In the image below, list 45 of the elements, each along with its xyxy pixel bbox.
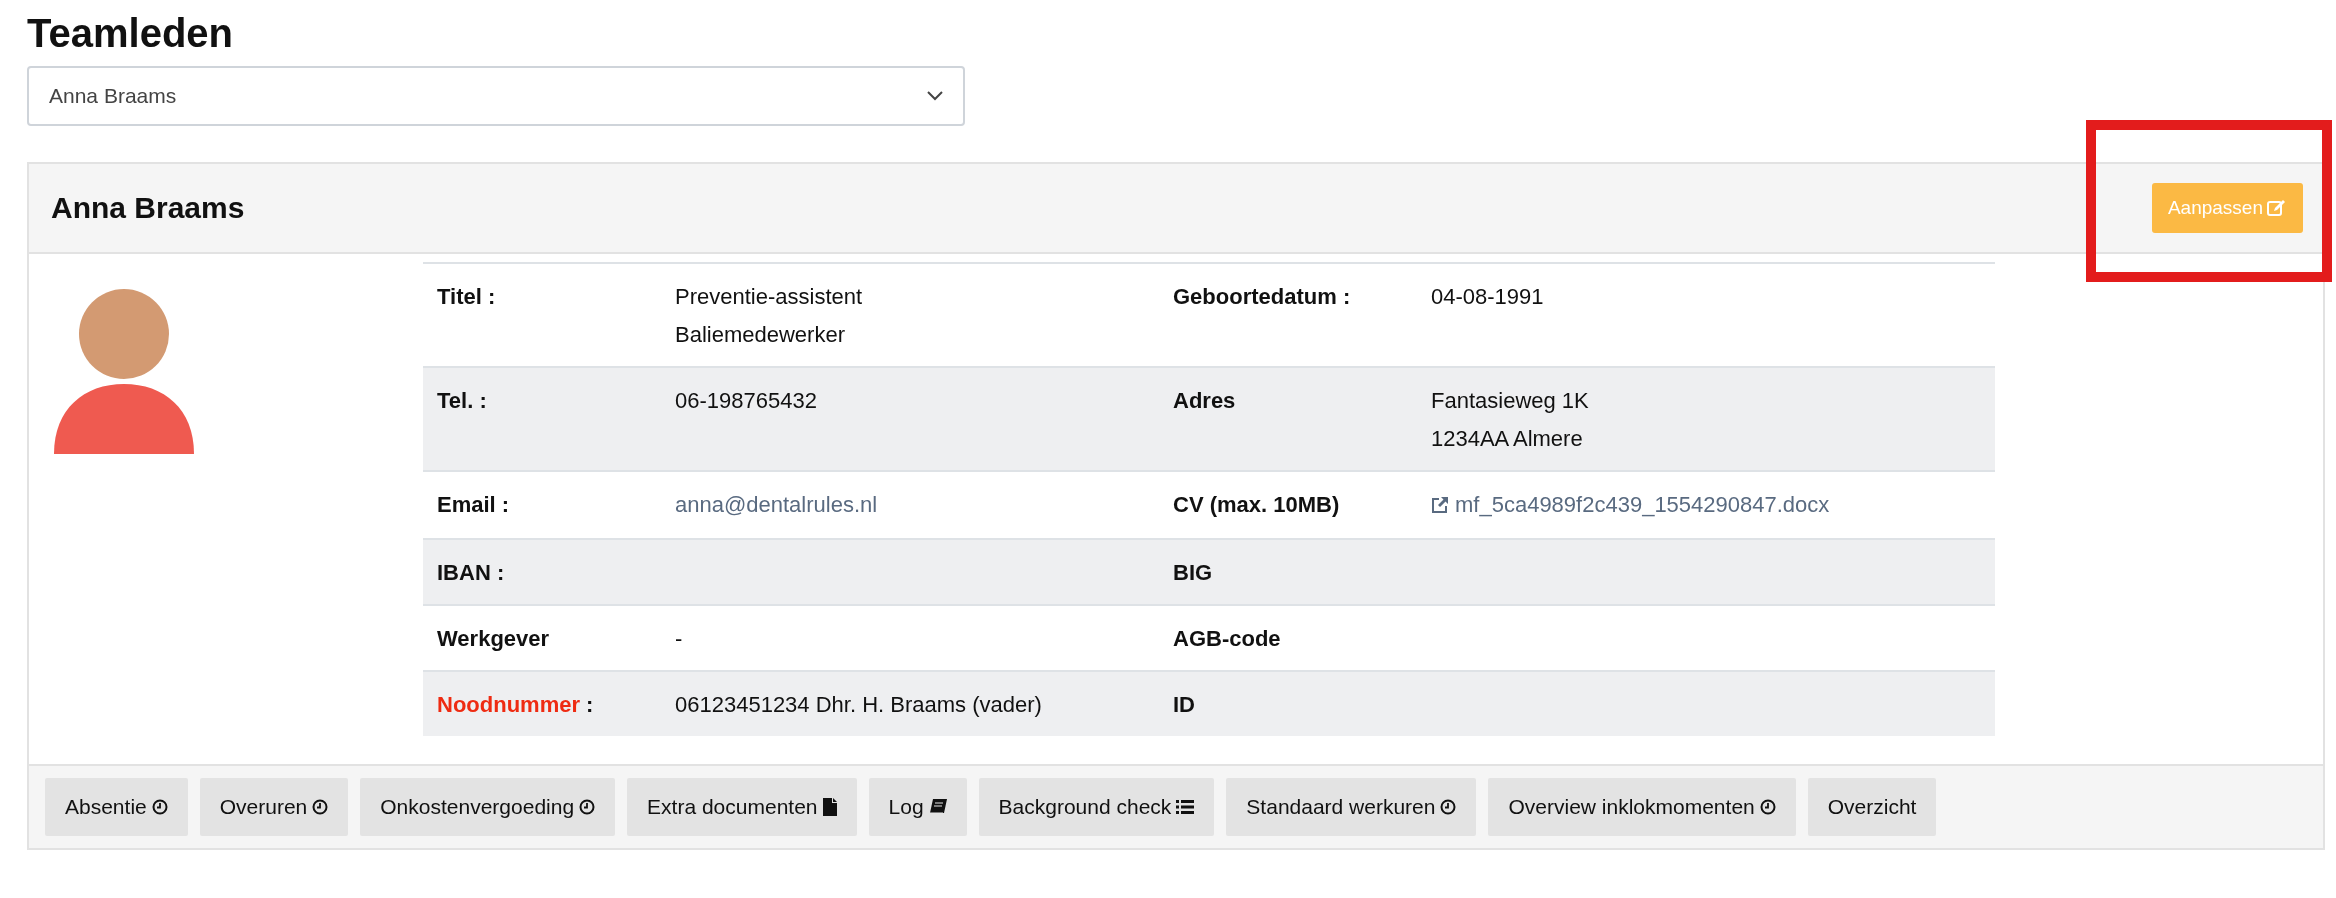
field-value: Preventie-assistent [675, 283, 864, 311]
clock-icon [579, 799, 596, 815]
footer-button[interactable]: Standaard werkuren [1226, 778, 1477, 836]
field-value: 04-08-1991 [1431, 283, 1545, 311]
field-label: Werkgever [437, 626, 550, 651]
field-label: Tel. : [437, 388, 487, 413]
email-link[interactable]: anna@dentalrules.nl [675, 486, 878, 524]
member-select[interactable]: Anna Braams [27, 66, 965, 126]
member-name: Anna Braams [51, 191, 245, 225]
clock-icon [1440, 799, 1457, 815]
clock-icon [312, 799, 329, 815]
field-value: 1234AA Almere [1431, 425, 1584, 453]
field-label: ID [1173, 692, 1195, 717]
clock-icon [151, 799, 168, 815]
page-title: Teamleden [27, 10, 234, 57]
list-icon [1176, 799, 1195, 815]
field-label: Adres [1173, 388, 1236, 413]
book-icon [928, 799, 947, 815]
field-label: Noodnummer : [437, 692, 594, 717]
field-label: AGB-code [1173, 626, 1281, 651]
field-value: Fantasieweg 1K [1431, 387, 1590, 415]
field-value: - [675, 625, 684, 653]
field-label: Geboortedatum : [1173, 284, 1351, 309]
field-label: CV (max. 10MB) [1173, 492, 1340, 517]
footer-button[interactable]: Absentie [45, 778, 188, 836]
footer-button[interactable]: Overuren [199, 778, 349, 836]
field-label: Email : [437, 492, 510, 517]
field-label: BIG [1173, 560, 1213, 585]
field-value: 06-198765432 [675, 387, 818, 415]
footer-button[interactable]: Extra documenten [627, 778, 857, 836]
file-link[interactable]: mf_5ca4989f2c439_1554290847.docx [1431, 486, 1830, 524]
chevron-down-icon [927, 91, 943, 101]
footer-button[interactable]: Log [868, 778, 967, 836]
footer-button[interactable]: Overview inklokmomenten [1488, 778, 1796, 836]
footer-button[interactable]: Background check [978, 778, 1215, 836]
field-value: 06123451234 Dhr. H. Braams (vader) [675, 691, 1043, 719]
edit-icon [2267, 199, 2287, 217]
field-label: Titel : [437, 284, 496, 309]
field-value: Baliemedewerker [675, 321, 846, 349]
field-label: IBAN : [437, 560, 505, 585]
clock-icon [1759, 799, 1776, 815]
footer-button[interactable]: Overzicht [1807, 778, 1937, 836]
footer-button[interactable]: Onkostenvergoeding [360, 778, 616, 836]
document-icon [822, 798, 837, 816]
external-link-icon [1431, 496, 1449, 514]
